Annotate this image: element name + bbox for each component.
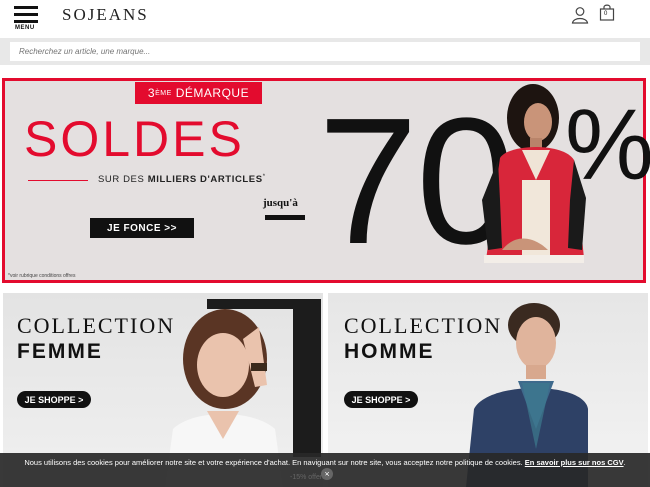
menu-button[interactable]: MENU xyxy=(14,6,40,34)
header: MENU SOJEANS 0 xyxy=(0,0,650,38)
homme-title-line1: COLLECTION xyxy=(344,313,503,338)
cookie-text: Nous utilisons des cookies pour améliore… xyxy=(24,458,626,467)
demarque-badge: 3 ÈME DÉMARQUE xyxy=(135,82,262,104)
model-photo xyxy=(482,84,586,263)
sale-subtitle: SUR DES MILLIERS D'ARTICLES* xyxy=(98,174,266,186)
shop-femme-button[interactable]: JE SHOPPE > xyxy=(17,391,91,408)
title-divider xyxy=(28,180,88,181)
jusqua-label: jusqu'à xyxy=(263,197,298,209)
shop-homme-button[interactable]: JE SHOPPE > xyxy=(344,391,418,408)
promo-underlay-text: -15% offerts xyxy=(290,474,328,481)
femme-title-line1: COLLECTION xyxy=(17,313,176,338)
cookie-banner: Nous utilisons des cookies pour améliore… xyxy=(0,453,650,487)
minus-sign xyxy=(265,215,305,220)
femme-title-line2: FEMME xyxy=(17,340,103,363)
cart-count: 0 xyxy=(604,11,608,17)
hamburger-icon xyxy=(14,6,38,9)
cgv-link[interactable]: En savoir plus sur nos CGV xyxy=(525,458,624,467)
user-icon[interactable] xyxy=(571,6,589,24)
menu-label: MENU xyxy=(15,25,35,31)
sale-title: SOLDES xyxy=(24,111,245,167)
search-input[interactable] xyxy=(10,42,640,61)
je-fonce-button[interactable]: JE FONCE >> xyxy=(90,218,194,238)
homme-title-line2: HOMME xyxy=(344,340,435,363)
conditions-footnote: *voir rubrique conditions offres xyxy=(8,273,76,279)
logo[interactable]: SOJEANS xyxy=(62,5,149,25)
